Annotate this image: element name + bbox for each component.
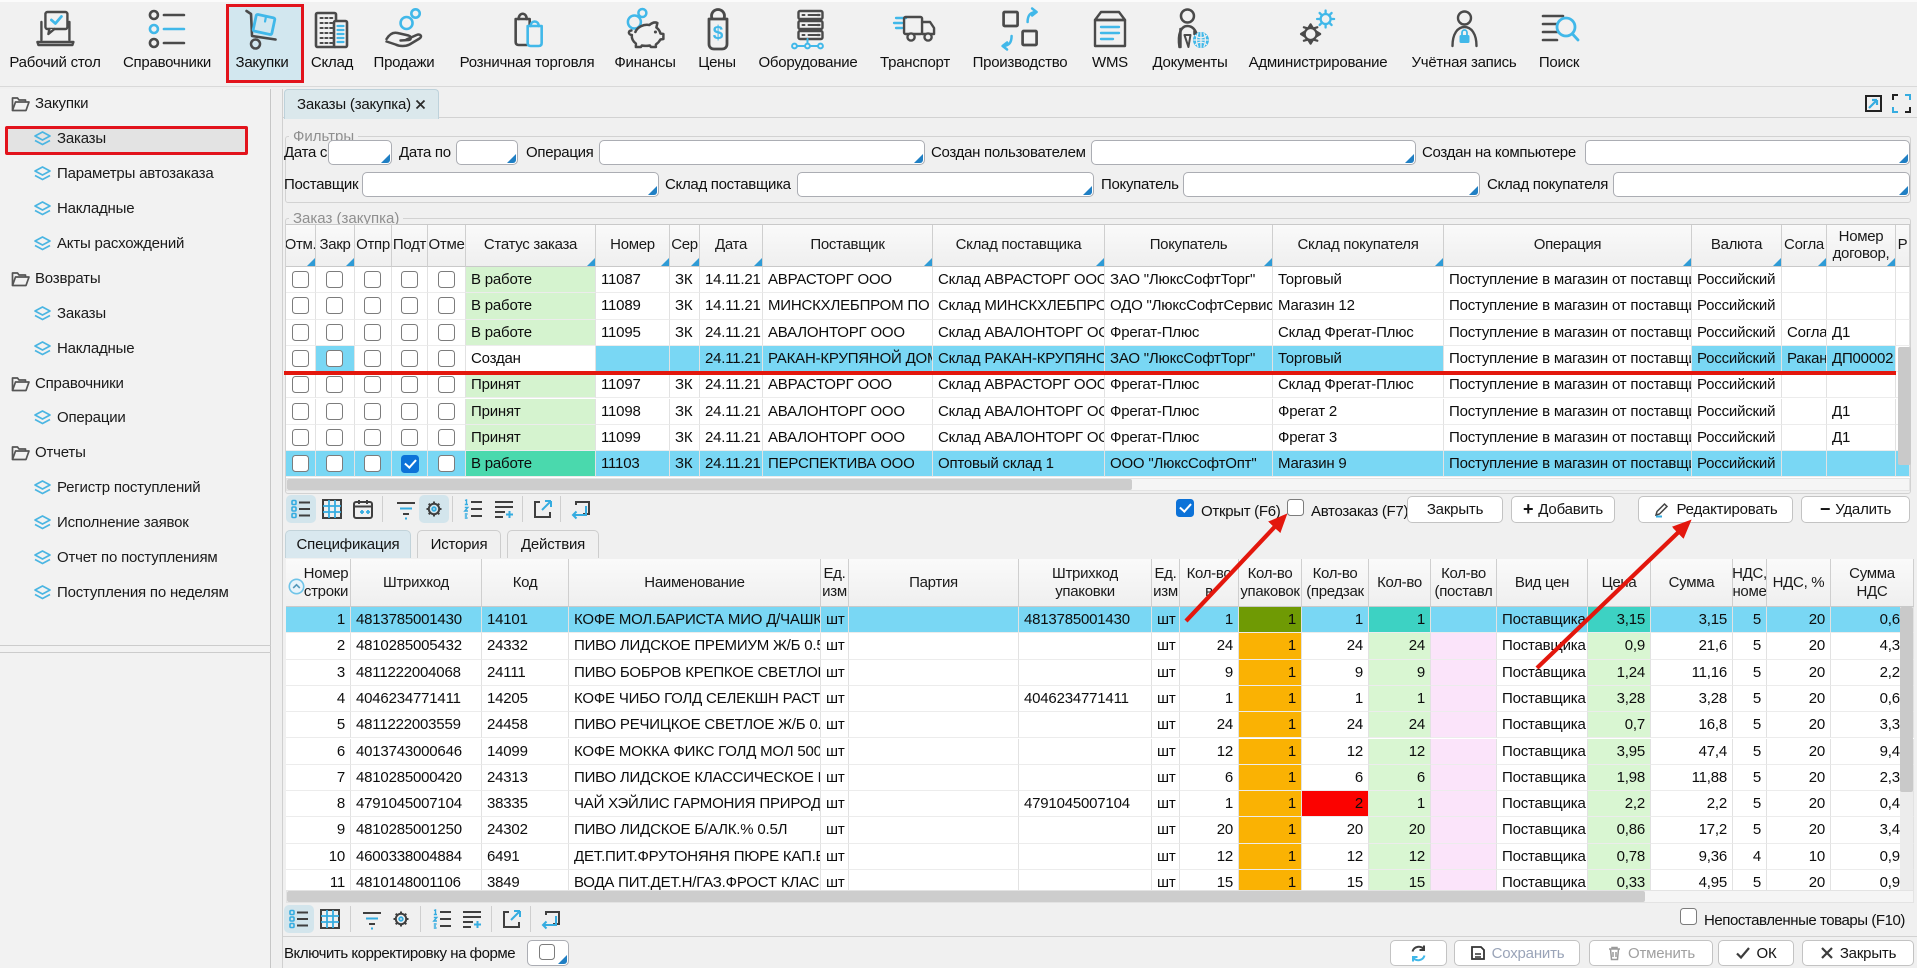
svg-text:$: $ bbox=[713, 23, 724, 44]
